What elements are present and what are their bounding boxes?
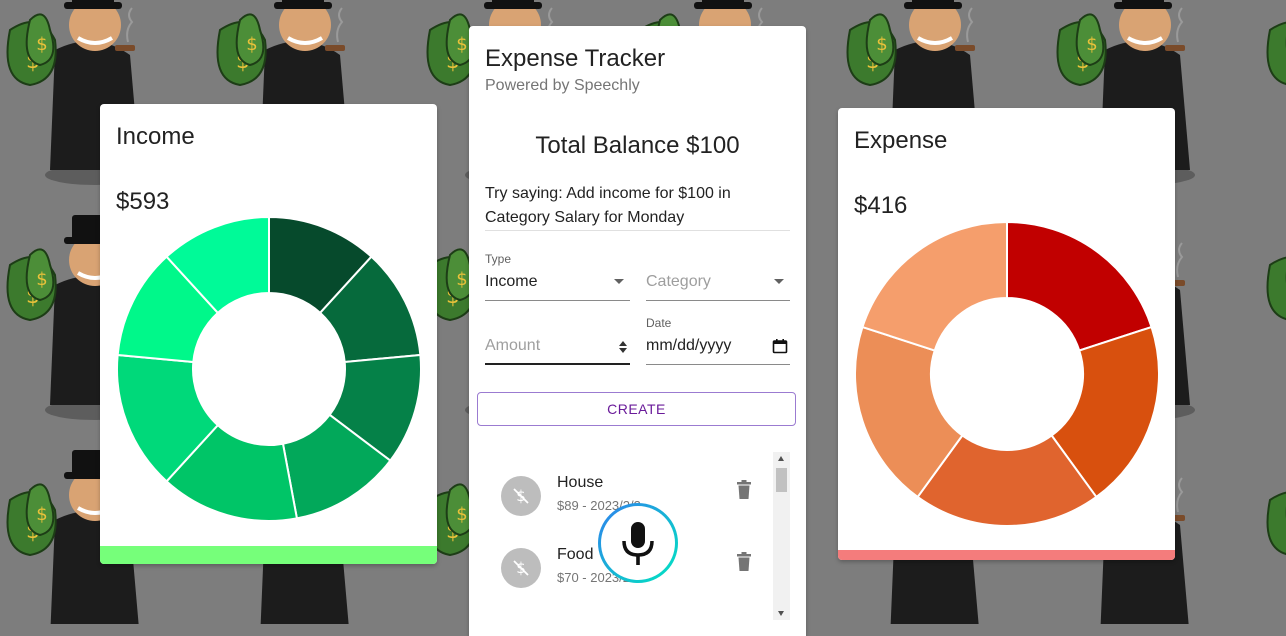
calendar-icon[interactable] xyxy=(772,338,788,354)
avatar: $ xyxy=(501,548,541,588)
income-donut-chart xyxy=(116,216,422,522)
svg-text:$: $ xyxy=(36,34,47,55)
svg-text:$: $ xyxy=(456,34,467,55)
delete-icon[interactable] xyxy=(735,552,753,572)
type-value: Income xyxy=(485,273,538,290)
expense-slice-0[interactable] xyxy=(1006,221,1153,352)
transaction-name: House xyxy=(557,474,604,491)
create-button[interactable]: CREATE xyxy=(477,392,796,426)
avatar: $ xyxy=(501,476,541,516)
expense-accent-bar xyxy=(838,550,1175,560)
voice-hint: Try saying: Add income for $100 in Categ… xyxy=(485,185,731,226)
scroll-thumb[interactable] xyxy=(776,468,787,492)
expense-title: Expense xyxy=(854,127,948,154)
divider xyxy=(485,230,790,231)
scroll-up-icon[interactable] xyxy=(778,456,784,461)
svg-text:$: $ xyxy=(456,269,467,290)
category-placeholder: Category xyxy=(646,273,711,290)
svg-text:$: $ xyxy=(876,34,887,55)
number-spinner-icon[interactable] xyxy=(618,340,628,354)
income-amount: $593 xyxy=(116,188,170,215)
income-card: Income $593 xyxy=(100,104,437,564)
svg-text:$: $ xyxy=(1086,34,1097,55)
category-select[interactable]: Category xyxy=(646,264,790,301)
microphone-icon xyxy=(622,522,654,565)
svg-text:$: $ xyxy=(246,34,257,55)
svg-text:$: $ xyxy=(36,269,47,290)
money-off-icon: $ xyxy=(513,559,529,577)
background-figure: $$ xyxy=(1266,21,1286,85)
type-select[interactable]: Income xyxy=(485,264,630,301)
svg-text:$: $ xyxy=(456,504,467,525)
microphone-button[interactable] xyxy=(598,503,678,583)
background-figure: $$ xyxy=(1266,491,1286,555)
transaction-name: Food xyxy=(557,546,594,563)
chevron-down-icon xyxy=(774,279,784,284)
amount-placeholder: Amount xyxy=(485,337,541,354)
scroll-down-icon[interactable] xyxy=(778,611,784,616)
chevron-down-icon xyxy=(614,279,624,284)
date-placeholder: mm/dd/yyyy xyxy=(646,337,732,354)
income-accent-bar xyxy=(100,546,437,564)
delete-icon[interactable] xyxy=(735,480,753,500)
app-title: Expense Tracker xyxy=(485,45,666,72)
background-figure: $$ xyxy=(1266,256,1286,320)
list-scrollbar[interactable] xyxy=(773,452,790,620)
income-title: Income xyxy=(116,123,195,150)
date-input[interactable]: mm/dd/yyyy xyxy=(646,328,790,365)
amount-input[interactable]: Amount xyxy=(485,328,630,365)
money-off-icon: $ xyxy=(513,487,529,505)
expense-slice-4[interactable] xyxy=(861,221,1008,352)
expense-card: Expense $416 xyxy=(838,108,1175,560)
total-balance: Total Balance $100 xyxy=(535,132,740,159)
expense-amount: $416 xyxy=(854,192,908,219)
app-subtitle: Powered by Speechly xyxy=(485,77,640,94)
expense-donut-chart xyxy=(854,221,1160,527)
svg-text:$: $ xyxy=(36,504,47,525)
